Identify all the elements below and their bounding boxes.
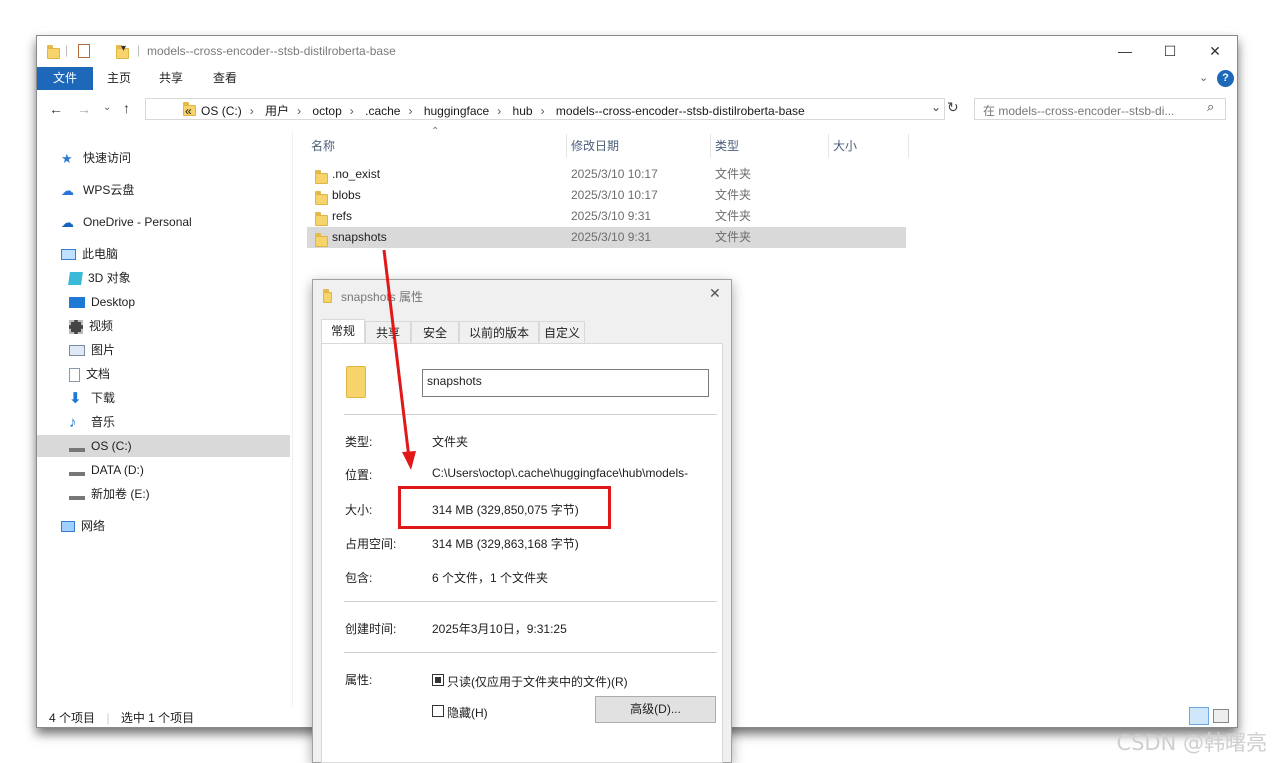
- annotation-arrow-head: [402, 451, 416, 470]
- watermark: CSDN @韩曙亮: [1116, 731, 1267, 755]
- annotation-overlay: [382, 249, 416, 470]
- annotation-arrow-line: [382, 249, 411, 459]
